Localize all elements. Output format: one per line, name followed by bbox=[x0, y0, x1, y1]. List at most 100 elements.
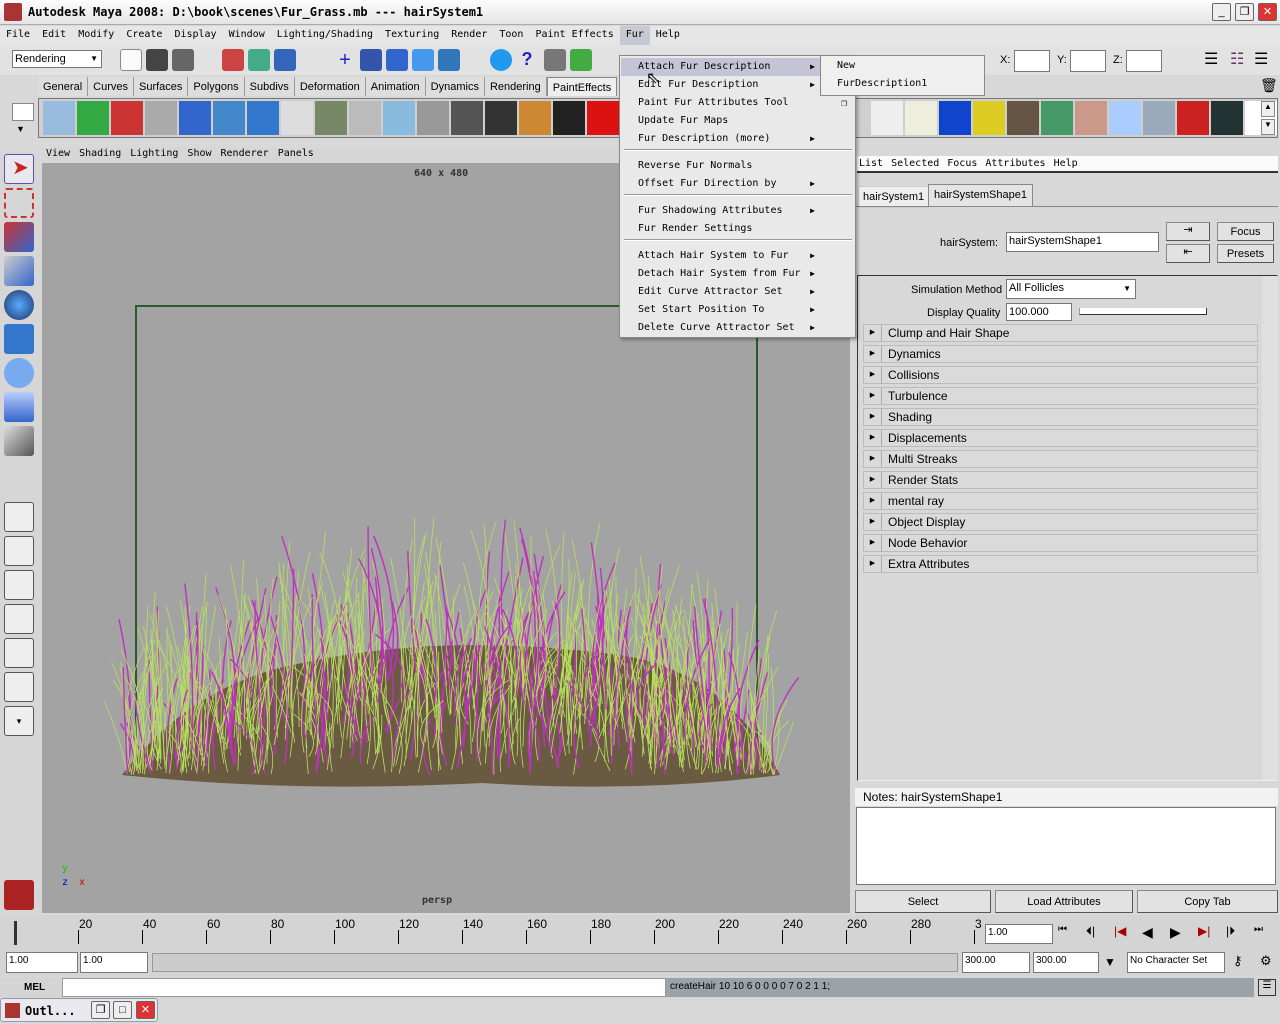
show-manipulator-icon[interactable] bbox=[4, 426, 34, 456]
display-quality-field[interactable]: 100.000 bbox=[1006, 303, 1072, 321]
shelf-scroll-down-icon[interactable]: ▼ bbox=[1261, 119, 1275, 135]
menu-texturing[interactable]: Texturing bbox=[379, 26, 445, 45]
channel-box-icon[interactable]: ☰ bbox=[1204, 49, 1226, 71]
paint-effects-brush-icon[interactable] bbox=[213, 101, 245, 135]
shelf-tab-subdivs[interactable]: Subdivs bbox=[244, 77, 295, 96]
menu-lighting-shading[interactable]: Lighting/Shading bbox=[271, 26, 379, 45]
paint-select-tool-icon[interactable] bbox=[4, 222, 34, 252]
select-button[interactable]: Select bbox=[855, 890, 991, 913]
shelf-tab-surfaces[interactable]: Surfaces bbox=[133, 77, 189, 96]
section-render-stats[interactable]: ▶ Render Stats bbox=[863, 471, 1258, 489]
paint-effects-brush-icon[interactable] bbox=[451, 101, 483, 135]
fur-menu-item[interactable]: Set Start Position To ▶ bbox=[621, 301, 855, 319]
current-time-marker[interactable] bbox=[14, 921, 17, 945]
paint-effects-brush-icon[interactable] bbox=[111, 101, 143, 135]
option-box-icon[interactable]: ❐ bbox=[841, 98, 847, 109]
section-turbulence[interactable]: ▶ Turbulence bbox=[863, 387, 1258, 405]
playback-start-field[interactable]: 1.00 bbox=[80, 952, 148, 973]
shelf-tab-rendering[interactable]: Rendering bbox=[484, 77, 547, 96]
paint-effects-brush-icon[interactable] bbox=[43, 101, 75, 135]
snap-plane-icon[interactable] bbox=[412, 49, 434, 71]
paint-effects-brush-icon[interactable] bbox=[77, 101, 109, 135]
paint-effects-brush-icon[interactable] bbox=[871, 101, 903, 135]
copy-tab-button[interactable]: Copy Tab bbox=[1137, 890, 1278, 913]
step-forward-frame-icon[interactable]: ▶| bbox=[1198, 924, 1222, 941]
snap-curve-icon[interactable] bbox=[360, 49, 382, 71]
shelf-tab-animation[interactable]: Animation bbox=[365, 77, 426, 96]
lock-icon[interactable] bbox=[544, 49, 566, 71]
fur-menu-item[interactable]: Fur Render Settings bbox=[621, 220, 855, 238]
script-editor-icon[interactable]: ☰ bbox=[1258, 979, 1276, 996]
x-field[interactable] bbox=[1014, 50, 1050, 72]
paint-effects-brush-icon[interactable] bbox=[519, 101, 551, 135]
load-attributes-button[interactable]: Load Attributes bbox=[995, 890, 1133, 913]
snap-point-icon[interactable] bbox=[386, 49, 408, 71]
paint-effects-brush-icon[interactable] bbox=[1211, 101, 1243, 135]
attribute-scroll-area[interactable]: Simulation Method All Follicles ▼ Display… bbox=[857, 275, 1278, 781]
move-tool-icon[interactable] bbox=[4, 256, 34, 286]
section-node-behavior[interactable]: ▶ Node Behavior bbox=[863, 534, 1258, 552]
range-slider[interactable] bbox=[152, 953, 958, 972]
playback-end-field[interactable]: 300.00 bbox=[962, 952, 1030, 973]
paint-effects-brush-icon[interactable] bbox=[553, 101, 585, 135]
paint-effects-brush-icon[interactable] bbox=[1075, 101, 1107, 135]
menu-set-dropdown[interactable]: Rendering ▼ bbox=[12, 50, 102, 68]
fur-menu-item[interactable]: Fur Description (more) ▶ bbox=[621, 130, 855, 148]
tab-hairsystem1[interactable]: hairSystem1 bbox=[858, 186, 930, 208]
single-perspective-layout-icon[interactable] bbox=[4, 502, 34, 532]
menu-edit[interactable]: Edit bbox=[36, 26, 72, 45]
close-icon[interactable]: ✕ bbox=[136, 1001, 155, 1019]
menu-display[interactable]: Display bbox=[168, 26, 222, 45]
fur-menu-item[interactable]: Detach Hair System from Fur ▶ bbox=[621, 265, 855, 283]
ae-menu-focus[interactable]: Focus bbox=[947, 158, 977, 169]
simulation-method-dropdown[interactable]: All Follicles ▼ bbox=[1006, 279, 1136, 299]
ae-menu-attributes[interactable]: Attributes bbox=[985, 158, 1045, 169]
expand-arrow-icon[interactable]: ▶ bbox=[864, 409, 882, 425]
load-output-icon[interactable]: ⇤ bbox=[1166, 244, 1210, 263]
fur-menu-item[interactable]: Paint Fur Attributes Tool ❐ bbox=[621, 94, 855, 112]
section-mental-ray[interactable]: ▶ mental ray bbox=[863, 492, 1258, 510]
shelf-tab-polygons[interactable]: Polygons bbox=[188, 77, 245, 96]
expand-arrow-icon[interactable]: ▶ bbox=[864, 430, 882, 446]
paint-effects-brush-icon[interactable] bbox=[1143, 101, 1175, 135]
menu-file[interactable]: File bbox=[0, 26, 36, 45]
expand-arrow-icon[interactable]: ▶ bbox=[864, 472, 882, 488]
animation-end-field[interactable]: 300.00 bbox=[1033, 952, 1099, 973]
outliner-layout-icon[interactable] bbox=[4, 570, 34, 600]
current-time-field[interactable]: 1.00 bbox=[985, 924, 1053, 944]
viewport-menu-renderer[interactable]: Renderer bbox=[221, 148, 269, 162]
shelf-tab-general[interactable]: General bbox=[38, 77, 89, 96]
section-collisions[interactable]: ▶ Collisions bbox=[863, 366, 1258, 384]
paint-effects-brush-icon[interactable] bbox=[485, 101, 517, 135]
four-view-layout-icon[interactable] bbox=[4, 536, 34, 566]
viewport-menu-show[interactable]: Show bbox=[187, 148, 211, 162]
section-dynamics[interactable]: ▶ Dynamics bbox=[863, 345, 1258, 363]
presets-button[interactable]: Presets bbox=[1217, 244, 1274, 263]
expand-arrow-icon[interactable]: ▶ bbox=[864, 325, 882, 341]
expand-arrow-icon[interactable]: ▶ bbox=[864, 556, 882, 572]
new-scene-icon[interactable] bbox=[120, 49, 142, 71]
animation-preferences-icon[interactable]: ⚙ bbox=[1260, 953, 1272, 969]
snap-grid-icon[interactable]: + bbox=[334, 49, 356, 71]
scrollbar[interactable] bbox=[1262, 276, 1278, 780]
render-icon[interactable] bbox=[490, 49, 512, 71]
expand-arrow-icon[interactable]: ▶ bbox=[864, 514, 882, 530]
menu-toon[interactable]: Toon bbox=[493, 26, 529, 45]
section-multi-streaks[interactable]: ▶ Multi Streaks bbox=[863, 450, 1258, 468]
menu-create[interactable]: Create bbox=[120, 26, 168, 45]
paint-effects-brush-icon[interactable] bbox=[1007, 101, 1039, 135]
select-hierarchy-icon[interactable] bbox=[222, 49, 244, 71]
go-to-end-icon[interactable]: ⏭ bbox=[1254, 924, 1278, 941]
paint-effects-brush-icon[interactable] bbox=[417, 101, 449, 135]
layout-menu-icon[interactable]: ▾ bbox=[4, 706, 34, 736]
step-back-frame-icon[interactable]: |◀ bbox=[1114, 924, 1138, 941]
soft-modification-icon[interactable] bbox=[4, 392, 34, 422]
trash-icon[interactable]: 🗑 bbox=[1260, 77, 1278, 94]
play-forwards-icon[interactable]: ▶ bbox=[1170, 924, 1194, 941]
viewport-menu-lighting[interactable]: Lighting bbox=[130, 148, 178, 162]
paint-effects-brush-icon[interactable] bbox=[315, 101, 347, 135]
paint-effects-brush-icon[interactable] bbox=[905, 101, 937, 135]
expand-arrow-icon[interactable]: ▶ bbox=[864, 367, 882, 383]
load-input-icon[interactable]: ⇥ bbox=[1166, 222, 1210, 241]
paint-effects-brush-icon[interactable] bbox=[247, 101, 279, 135]
